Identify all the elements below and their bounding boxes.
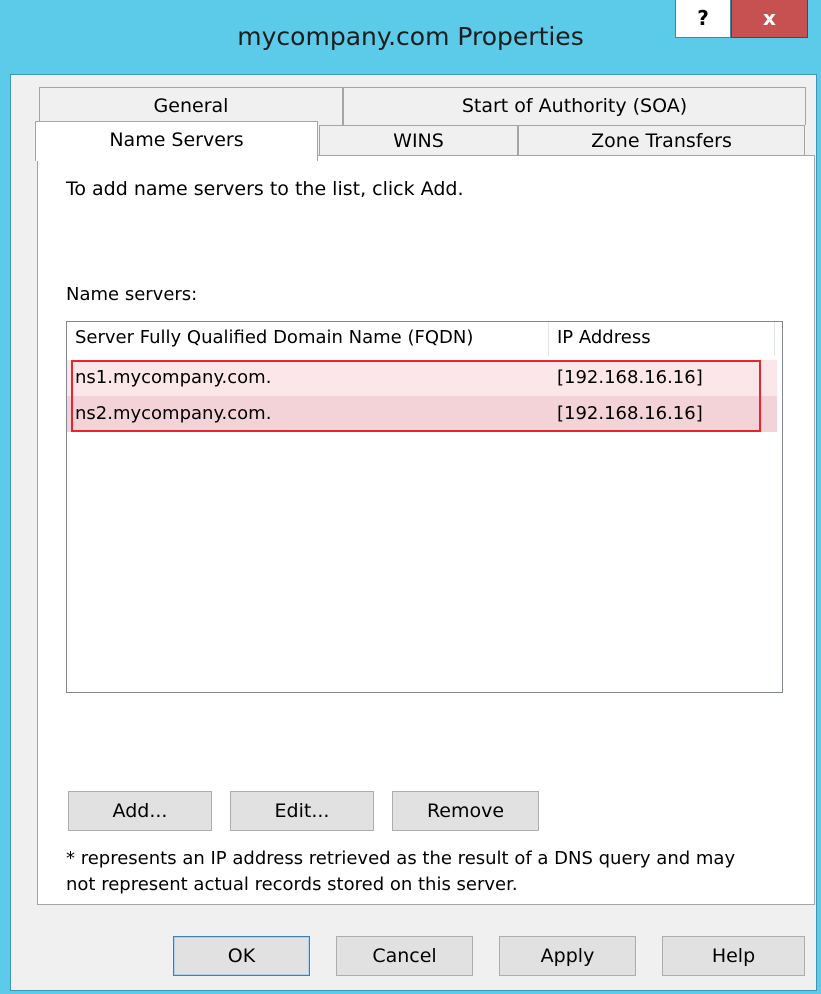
add-button[interactable]: Add... (68, 791, 212, 831)
tab-general[interactable]: General (39, 87, 343, 125)
help-icon[interactable]: ? (675, 0, 731, 38)
tab-start-of-authority[interactable]: Start of Authority (SOA) (343, 87, 806, 125)
name-servers-label: Name servers: (66, 284, 198, 305)
list-header: Server Fully Qualified Domain Name (FQDN… (67, 322, 777, 356)
apply-button[interactable]: Apply (499, 936, 636, 976)
instruction-text: To add name servers to the list, click A… (66, 178, 464, 200)
column-fqdn[interactable]: Server Fully Qualified Domain Name (FQDN… (67, 322, 549, 356)
table-row[interactable]: ns2.mycompany.com. [192.168.16.16] (67, 396, 777, 432)
tab-name-servers[interactable]: Name Servers (35, 121, 318, 161)
help-button[interactable]: Help (662, 936, 805, 976)
dialog-window: mycompany.com Properties ? x General Sta… (0, 0, 821, 994)
remove-button[interactable]: Remove (392, 791, 539, 831)
cancel-button[interactable]: Cancel (336, 936, 473, 976)
tab-wins[interactable]: WINS (319, 125, 518, 157)
edit-button[interactable]: Edit... (230, 791, 374, 831)
title-bar[interactable]: mycompany.com Properties ? x (0, 0, 821, 74)
column-ip-address[interactable]: IP Address (549, 322, 775, 356)
tab-zone-transfers[interactable]: Zone Transfers (518, 125, 805, 157)
name-servers-panel: To add name servers to the list, click A… (37, 155, 815, 905)
dialog-client: General Start of Authority (SOA) Name Se… (10, 74, 817, 991)
row-fqdn: ns1.mycompany.com. (75, 367, 272, 388)
table-row[interactable]: ns1.mycompany.com. [192.168.16.16] (67, 360, 777, 396)
ok-button[interactable]: OK (173, 936, 310, 976)
row-ip: [192.168.16.16] (557, 367, 703, 388)
name-servers-list[interactable]: Server Fully Qualified Domain Name (FQDN… (66, 321, 783, 693)
row-fqdn: ns2.mycompany.com. (75, 403, 272, 424)
row-ip: [192.168.16.16] (557, 403, 703, 424)
dns-query-note: * represents an IP address retrieved as … (66, 848, 736, 895)
close-icon[interactable]: x (731, 0, 808, 38)
